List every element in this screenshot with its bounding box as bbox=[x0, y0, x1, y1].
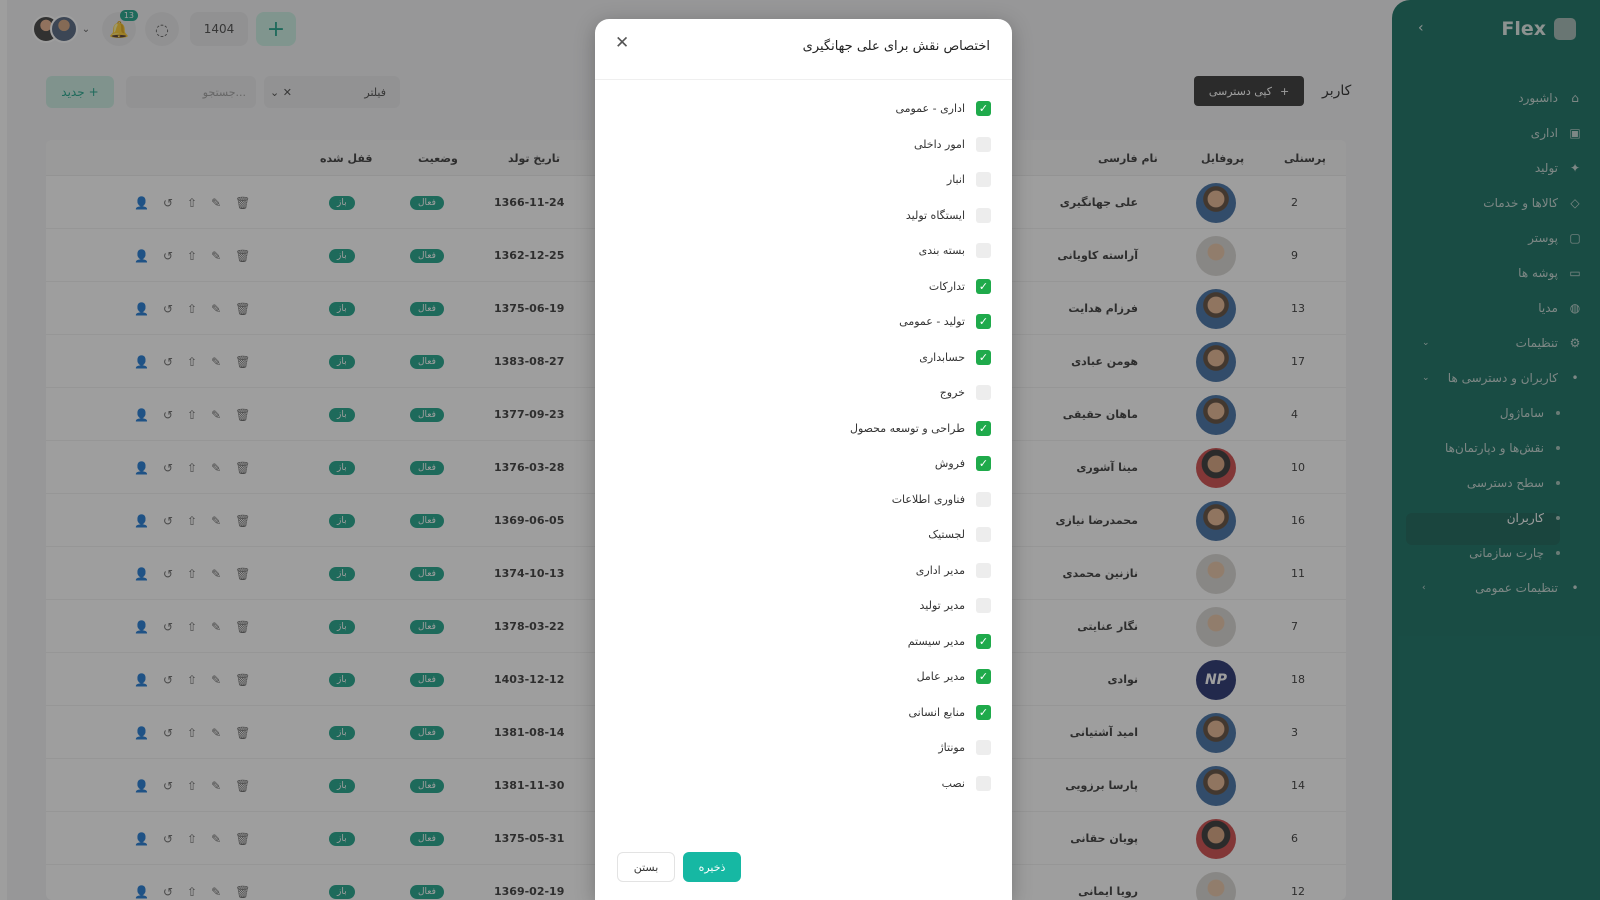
role-checkbox[interactable]: ✓ bbox=[976, 278, 991, 294]
role-option[interactable]: بسته بندی bbox=[691, 233, 991, 269]
role-label: اداری - عمومی bbox=[895, 102, 965, 116]
role-option[interactable]: انبار bbox=[691, 162, 991, 198]
role-option[interactable]: فناوری اطلاعات bbox=[691, 482, 991, 518]
close-icon[interactable]: ✕ bbox=[615, 33, 629, 53]
role-option[interactable]: ایستگاه تولید bbox=[691, 198, 991, 234]
role-checkbox[interactable] bbox=[976, 207, 991, 223]
role-label: تولید - عمومی bbox=[899, 315, 965, 329]
role-option[interactable]: فروش ✓ bbox=[691, 446, 991, 482]
role-checkbox[interactable] bbox=[976, 740, 991, 756]
role-option[interactable]: منابع انسانی ✓ bbox=[691, 695, 991, 731]
assign-role-dialog: اختصاص نقش برای علی جهانگیری ✕ اداری - ع… bbox=[595, 19, 1012, 900]
role-option[interactable]: لجستیک bbox=[691, 517, 991, 553]
role-label: ایستگاه تولید bbox=[905, 208, 965, 222]
role-checkbox[interactable]: ✓ bbox=[976, 101, 991, 117]
role-label: مدیر عامل bbox=[916, 670, 965, 684]
role-option[interactable]: خروج bbox=[691, 375, 991, 411]
role-option[interactable]: مدیر اداری bbox=[691, 553, 991, 589]
role-checkbox[interactable]: ✓ bbox=[976, 349, 991, 365]
role-checkbox[interactable] bbox=[976, 598, 991, 614]
role-option[interactable]: تولید - عمومی ✓ bbox=[691, 304, 991, 340]
role-label: مدیر اداری bbox=[915, 563, 965, 577]
role-checkbox[interactable]: ✓ bbox=[976, 669, 991, 685]
role-checkbox[interactable] bbox=[976, 136, 991, 152]
role-label: فناوری اطلاعات bbox=[891, 492, 965, 506]
dialog-footer: بستن ذخیره bbox=[617, 852, 741, 882]
role-checkbox[interactable] bbox=[976, 385, 991, 401]
role-checkbox[interactable]: ✓ bbox=[976, 633, 991, 649]
role-list: اداری - عمومی ✓ امور داخلی انبار ایستگاه تول… bbox=[691, 91, 991, 801]
role-label: حسابداری bbox=[919, 350, 965, 364]
role-option[interactable]: مدیر عامل ✓ bbox=[691, 659, 991, 695]
role-label: امور داخلی bbox=[913, 137, 965, 151]
role-label: مدیر تولید bbox=[919, 599, 965, 613]
role-checkbox[interactable]: ✓ bbox=[976, 420, 991, 436]
role-option[interactable]: مدیر تولید bbox=[691, 588, 991, 624]
role-option[interactable]: مدیر سیستم ✓ bbox=[691, 624, 991, 660]
role-label: مدیر سیستم bbox=[907, 634, 965, 648]
role-checkbox[interactable]: ✓ bbox=[976, 314, 991, 330]
role-checkbox[interactable]: ✓ bbox=[976, 456, 991, 472]
role-label: طراحی و توسعه محصول bbox=[849, 421, 965, 435]
role-option[interactable]: مونتاژ bbox=[691, 730, 991, 766]
role-option[interactable]: نصب bbox=[691, 766, 991, 802]
save-button[interactable]: ذخیره bbox=[683, 852, 741, 882]
role-checkbox[interactable] bbox=[976, 243, 991, 259]
role-checkbox[interactable] bbox=[976, 172, 991, 188]
close-button[interactable]: بستن bbox=[617, 852, 675, 882]
role-label: بسته بندی bbox=[918, 244, 965, 258]
role-option[interactable]: اداری - عمومی ✓ bbox=[691, 91, 991, 127]
role-label: فروش bbox=[934, 457, 965, 471]
role-checkbox[interactable] bbox=[976, 491, 991, 507]
role-option[interactable]: حسابداری ✓ bbox=[691, 340, 991, 376]
role-checkbox[interactable] bbox=[976, 775, 991, 791]
role-label: منابع انسانی bbox=[908, 705, 966, 719]
role-checkbox[interactable] bbox=[976, 562, 991, 578]
role-checkbox[interactable]: ✓ bbox=[976, 704, 991, 720]
role-option[interactable]: امور داخلی bbox=[691, 127, 991, 163]
role-checkbox[interactable] bbox=[976, 527, 991, 543]
dialog-title: اختصاص نقش برای علی جهانگیری bbox=[802, 39, 990, 54]
role-label: نصب bbox=[941, 776, 965, 790]
role-label: انبار bbox=[946, 173, 965, 187]
role-label: تدارکات bbox=[928, 279, 965, 293]
role-label: مونتاژ bbox=[938, 741, 965, 755]
role-option[interactable]: تدارکات ✓ bbox=[691, 269, 991, 305]
role-label: لجستیک bbox=[928, 528, 965, 542]
role-option[interactable]: طراحی و توسعه محصول ✓ bbox=[691, 411, 991, 447]
role-label: خروج bbox=[939, 386, 965, 400]
dialog-header: اختصاص نقش برای علی جهانگیری ✕ bbox=[595, 19, 1012, 80]
